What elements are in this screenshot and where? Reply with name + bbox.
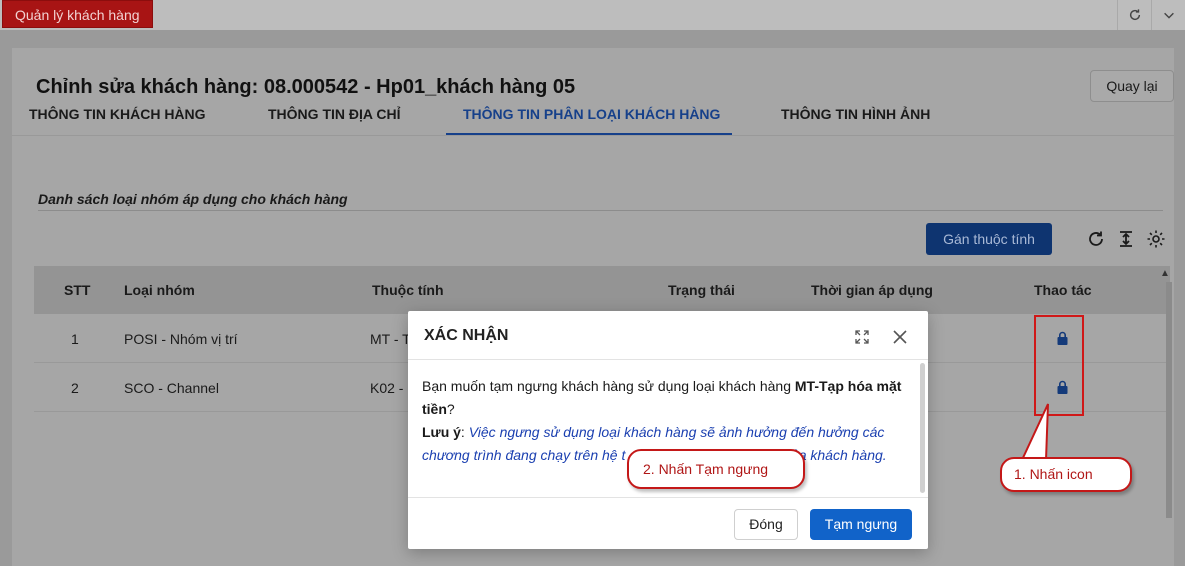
tab-address-info[interactable]: THÔNG TIN ĐỊA CHỈ (268, 106, 400, 122)
tab-bar: THÔNG TIN KHÁCH HÀNG THÔNG TIN ĐỊA CHỈ T… (12, 104, 1174, 136)
cell-attribute: K02 - (370, 380, 404, 396)
top-bar: Quản lý khách hàng (0, 0, 1185, 30)
tab-customer-info[interactable]: THÔNG TIN KHÁCH HÀNG (29, 106, 206, 122)
close-icon[interactable] (892, 329, 908, 345)
confirm-question: Bạn muốn tạm ngưng khách hàng sử dụng lo… (422, 378, 795, 394)
refresh-icon[interactable] (1086, 229, 1106, 249)
tab-classification-info[interactable]: THÔNG TIN PHÂN LOẠI KHÁCH HÀNG (463, 106, 720, 122)
table-header: STT Loại nhóm Thuộc tính Trạng thái Thời… (34, 266, 1170, 314)
column-header-apply-time: Thời gian áp dụng (811, 282, 933, 298)
column-header-actions: Thao tác (1034, 282, 1092, 298)
divider (38, 210, 1163, 211)
confirm-dialog: XÁC NHẬN Bạn muốn tạm ngưng khách hàng s… (408, 311, 928, 549)
dialog-header: XÁC NHẬN (408, 311, 928, 360)
expand-icon[interactable] (854, 329, 870, 345)
cell-group: SCO - Channel (124, 380, 219, 396)
assign-attribute-button[interactable]: Gán thuộc tính (926, 223, 1052, 255)
annotation-step-2: 2. Nhấn Tạm ngưng (627, 449, 805, 489)
close-button[interactable]: Đóng (734, 509, 798, 540)
annotation-highlight-box (1034, 315, 1084, 416)
column-header-status: Trạng thái (668, 282, 735, 298)
cell-stt: 2 (71, 380, 79, 396)
column-height-icon[interactable] (1116, 229, 1136, 249)
app-tab[interactable]: Quản lý khách hàng (2, 0, 153, 28)
cell-stt: 1 (71, 331, 79, 347)
question-mark: ? (446, 401, 455, 417)
dialog-title: XÁC NHẬN (424, 327, 509, 344)
scroll-up-arrow-icon[interactable]: ▲ (1157, 268, 1173, 282)
tab-image-info[interactable]: THÔNG TIN HÌNH ẢNH (781, 106, 930, 122)
chevron-down-icon[interactable] (1151, 0, 1185, 30)
cell-attribute: MT - T (370, 331, 411, 347)
note-label: Lưu ý (422, 424, 461, 440)
dialog-scrollbar[interactable] (920, 363, 925, 493)
note-separator: : (460, 424, 469, 440)
page-title: Chỉnh sửa khách hàng: 08.000542 - Hp01_k… (36, 76, 576, 98)
page-scrollbar[interactable] (1166, 282, 1172, 518)
column-header-attribute: Thuộc tính (372, 282, 444, 298)
dialog-footer: Đóng Tạm ngưng (408, 497, 928, 549)
suspend-button[interactable]: Tạm ngưng (810, 509, 912, 540)
annotation-step-1: 1. Nhấn icon (1000, 457, 1132, 492)
gear-icon[interactable] (1146, 229, 1166, 249)
active-tab-indicator (446, 133, 732, 135)
refresh-icon[interactable] (1117, 0, 1151, 30)
section-title: Danh sách loại nhóm áp dụng cho khách hà… (38, 191, 348, 207)
back-button[interactable]: Quay lại (1090, 70, 1174, 102)
cell-group: POSI - Nhóm vị trí (124, 331, 238, 347)
column-header-stt: STT (64, 282, 91, 298)
column-header-group: Loại nhóm (124, 282, 195, 298)
